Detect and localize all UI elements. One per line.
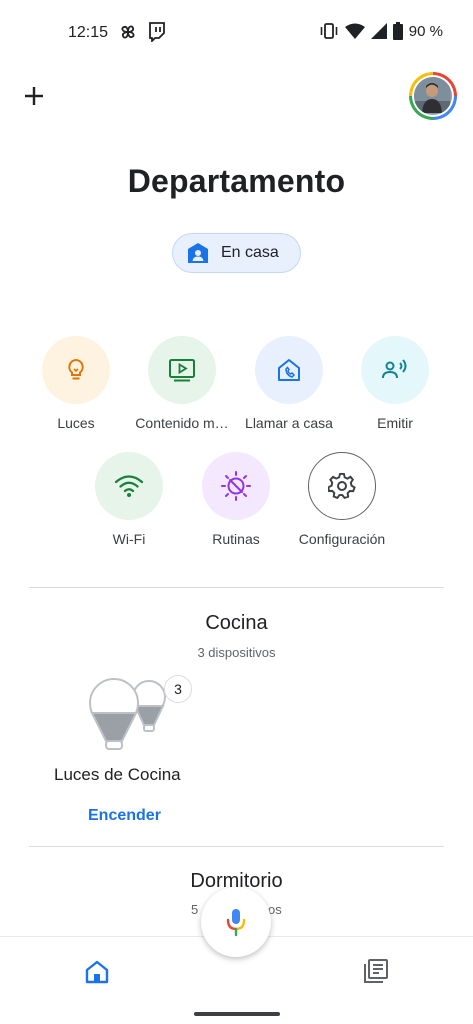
gesture-navigation-bar[interactable]: [194, 1012, 280, 1016]
device-count-badge: 3: [164, 675, 192, 703]
signal-icon: [370, 23, 387, 39]
home-title: Departamento: [127, 163, 346, 199]
home-icon: [85, 960, 109, 984]
wifi-status-icon: [344, 23, 365, 39]
wifi-icon: [114, 475, 144, 497]
nav-home-tab[interactable]: [84, 959, 110, 985]
action-wifi[interactable]: Wi-Fi: [74, 452, 184, 547]
action-rutinas-circle: [202, 452, 270, 520]
gear-icon: [328, 472, 356, 500]
home-person-icon: [188, 243, 208, 263]
twitch-icon: [149, 22, 165, 42]
action-luces[interactable]: Luces: [21, 336, 131, 431]
lightbulb-icon: [68, 358, 84, 380]
action-media[interactable]: Contenido m…: [127, 336, 237, 431]
feed-icon: [364, 959, 388, 983]
media-play-icon: [169, 359, 195, 382]
avatar-photo: [414, 77, 452, 115]
action-wifi-label: Wi-Fi: [112, 531, 146, 547]
action-emitir-label: Emitir: [377, 415, 413, 431]
status-notification-icons: [118, 22, 166, 42]
assistant-mic-button[interactable]: [201, 887, 271, 957]
nav-feed-tab[interactable]: [362, 957, 390, 985]
room-subtitle-cocina: 3 dispositivos: [197, 645, 276, 660]
presence-label: En casa: [221, 244, 279, 261]
action-configuracion[interactable]: Configuración: [287, 452, 397, 547]
turn-on-button[interactable]: Encender: [88, 807, 161, 825]
avatar[interactable]: [409, 72, 457, 120]
action-wifi-circle: [95, 452, 163, 520]
add-button[interactable]: [22, 84, 46, 108]
cast-voice-icon: [382, 359, 407, 379]
action-media-circle: [148, 336, 216, 404]
action-configuracion-label: Configuración: [298, 531, 386, 547]
action-rutinas-label: Rutinas: [212, 531, 260, 547]
action-configuracion-circle: [308, 452, 376, 520]
vibrate-icon: [320, 23, 338, 39]
section-divider: [29, 587, 444, 588]
device-group-card[interactable]: 3 Luces de Cocina Encender: [54, 675, 204, 835]
action-luces-circle: [42, 336, 110, 404]
pinwheel-icon: [121, 25, 135, 39]
room-title-cocina: Cocina: [205, 612, 268, 634]
room-subtitle-dormitorio-left: 5: [191, 902, 199, 917]
action-rutinas[interactable]: Rutinas: [181, 452, 291, 547]
mic-icon: [226, 909, 246, 937]
action-luces-label: Luces: [57, 415, 95, 431]
plus-icon: [25, 87, 43, 105]
action-emitir[interactable]: Emitir: [340, 336, 450, 431]
status-bar: 12:15 90 %: [0, 0, 473, 64]
battery-level: 90 %: [408, 22, 443, 40]
action-call-home-label: Llamar a casa: [245, 415, 333, 431]
action-media-label: Contenido m…: [135, 415, 229, 431]
battery-icon: [392, 22, 403, 40]
section-divider-2: [29, 846, 444, 847]
presence-chip[interactable]: En casa: [172, 233, 301, 273]
home-call-icon: [278, 359, 300, 381]
status-system-icons: 90 %: [319, 22, 443, 40]
action-call-home-circle: [255, 336, 323, 404]
action-emitir-circle: [361, 336, 429, 404]
device-group-name: Luces de Cocina: [54, 765, 181, 784]
status-time: 12:15: [68, 24, 109, 41]
action-call-home[interactable]: Llamar a casa: [234, 336, 344, 431]
routines-icon: [221, 471, 251, 501]
